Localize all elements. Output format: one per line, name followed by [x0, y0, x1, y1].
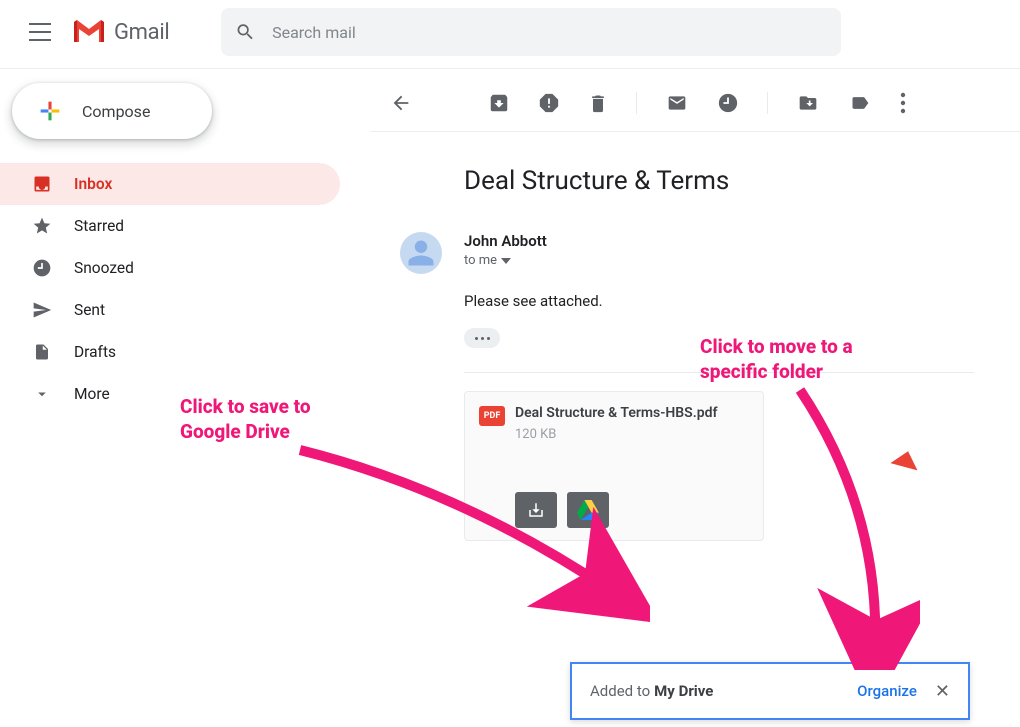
drive-icon [577, 500, 599, 520]
sidebar-item-snoozed[interactable]: Snoozed [0, 247, 340, 289]
callout-triangle [890, 448, 921, 471]
app-name: Gmail [114, 20, 169, 45]
email-subject: Deal Structure & Terms [464, 166, 1020, 196]
sidebar-item-sent[interactable]: Sent [0, 289, 340, 331]
search-icon [235, 21, 256, 43]
sidebar-item-drafts[interactable]: Drafts [0, 331, 340, 373]
organize-button[interactable]: Organize [857, 682, 917, 700]
sender-name: John Abbott [464, 232, 1020, 250]
delete-icon[interactable] [588, 92, 608, 114]
search-input[interactable] [272, 23, 827, 42]
show-trimmed-button[interactable] [464, 328, 500, 348]
attachment-name: Deal Structure & Terms-HBS.pdf [515, 404, 717, 423]
sidebar-item-label: Snoozed [74, 259, 134, 277]
archive-icon[interactable] [488, 92, 510, 114]
drive-toast: Added to My Drive Organize ✕ [570, 662, 970, 720]
inbox-icon [32, 174, 52, 194]
attachment-size: 120 KB [515, 427, 717, 442]
sidebar-item-label: Starred [74, 217, 124, 235]
download-button[interactable] [515, 492, 557, 528]
sidebar-item-label: Sent [74, 301, 105, 319]
message-toolbar [370, 75, 1020, 131]
chevron-down-icon [501, 258, 511, 264]
toast-target: My Drive [654, 682, 713, 700]
sidebar-item-starred[interactable]: Starred [0, 205, 340, 247]
sidebar-item-inbox[interactable]: Inbox [0, 163, 340, 205]
email-body: Please see attached. [464, 292, 1020, 310]
mark-unread-icon[interactable] [665, 93, 689, 113]
star-icon [32, 216, 52, 236]
compose-label: Compose [82, 102, 150, 121]
chevron-down-icon [32, 384, 52, 404]
sidebar-item-label: Drafts [74, 343, 116, 361]
download-icon [527, 501, 545, 519]
labels-icon[interactable] [848, 93, 872, 113]
pdf-icon: PDF [479, 406, 505, 426]
gmail-logo[interactable]: Gmail [72, 19, 169, 45]
send-icon [32, 300, 52, 320]
more-icon[interactable] [900, 92, 906, 114]
attachment-card[interactable]: PDF Deal Structure & Terms-HBS.pdf 120 K… [464, 391, 764, 541]
toast-prefix: Added to [590, 682, 650, 700]
back-icon[interactable] [390, 92, 412, 114]
app-header: Gmail [0, 0, 1020, 64]
sidebar-item-label: Inbox [74, 175, 112, 193]
compose-button[interactable]: Compose [12, 83, 212, 139]
sidebar-item-label: More [74, 385, 110, 403]
draft-icon [32, 342, 52, 362]
close-icon[interactable]: ✕ [935, 681, 950, 702]
spam-icon[interactable] [538, 92, 560, 114]
search-bar[interactable] [221, 8, 841, 56]
gmail-icon [72, 19, 106, 45]
sender-avatar[interactable] [400, 232, 442, 274]
annotation-save-drive: Click to save to Google Drive [180, 395, 311, 444]
move-to-icon[interactable] [796, 93, 820, 113]
clock-icon [32, 258, 52, 278]
plus-icon [36, 97, 64, 125]
menu-icon[interactable] [16, 8, 64, 56]
message-pane: Deal Structure & Terms John Abbott to me… [370, 69, 1020, 726]
recipient-line[interactable]: to me [464, 253, 1020, 268]
save-to-drive-button[interactable] [567, 492, 609, 528]
annotation-move-folder: Click to move to a specific folder [700, 335, 853, 384]
snooze-icon[interactable] [717, 92, 739, 114]
